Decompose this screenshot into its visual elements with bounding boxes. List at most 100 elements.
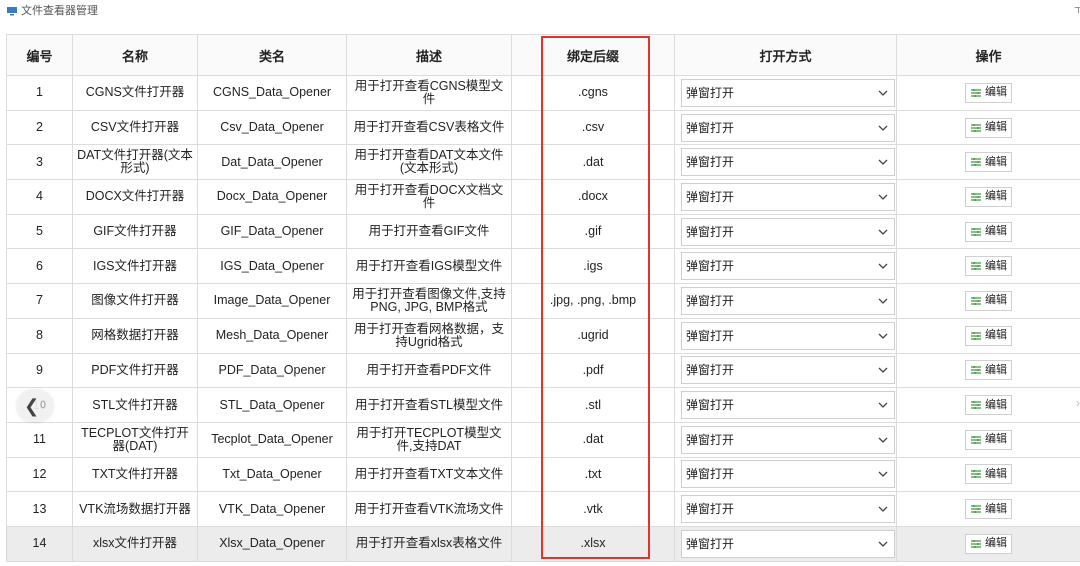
cell-description: 用于打开查看IGS模型文件 [346, 248, 512, 285]
chevron-down-icon [878, 229, 888, 235]
window-title: 文件查看器管理 [21, 5, 98, 17]
table-row[interactable]: 9 PDF文件打开器 PDF_Data_Opener 用于打开查看PDF文件 .pdf 弹… [6, 352, 1080, 389]
table-row[interactable]: 5 GIF文件打开器 GIF_Data_Opener 用于打开查看GIF文件 .gif 弹… [6, 213, 1080, 250]
cell-description: 用于打开查看GIF文件 [346, 213, 512, 250]
open-mode-value: 弹窗打开 [686, 536, 735, 551]
open-mode-select[interactable]: 弹窗打开 [681, 356, 895, 385]
cell-class-name: Txt_Data_Opener [197, 456, 347, 493]
table-row[interactable]: 3 DAT文件打开器(文本形式) Dat_Data_Opener 用于打开查看DAT文… [6, 144, 1080, 181]
edit-button-label: 编辑 [985, 225, 1007, 238]
edit-button[interactable]: 编辑 [965, 395, 1012, 416]
open-mode-select[interactable]: 弹窗打开 [681, 148, 895, 177]
cell-class-name: Mesh_Data_Opener [197, 317, 347, 354]
open-mode-select[interactable]: 弹窗打开 [681, 217, 895, 246]
header-open-mode[interactable]: 打开方式 [674, 34, 897, 76]
cell-name: 图像文件打开器 [72, 283, 198, 319]
cell-actions: 编辑 [896, 109, 1080, 146]
cell-class-name: Csv_Data_Opener [197, 109, 347, 146]
cell-suffix: .dat [511, 421, 675, 458]
open-mode-select[interactable]: 弹窗打开 [681, 391, 895, 420]
edit-button[interactable]: 编辑 [965, 82, 1012, 103]
edit-button-label: 编辑 [985, 155, 1007, 168]
cell-open-mode: 弹窗打开 [674, 317, 897, 354]
edit-button-label: 编辑 [985, 259, 1007, 272]
table-row[interactable]: 6 IGS文件打开器 IGS_Data_Opener 用于打开查看IGS模型文件 .ig… [6, 248, 1080, 285]
image-next-button[interactable]: › [1076, 397, 1080, 409]
cell-actions: 编辑 [896, 387, 1080, 423]
table-row[interactable]: 8 网格数据打开器 Mesh_Data_Opener 用于打开查看网格数据，支持Ugr… [6, 317, 1080, 354]
edit-button[interactable]: 编辑 [965, 464, 1012, 485]
table-row[interactable]: 7 图像文件打开器 Image_Data_Opener 用于打开查看图像文件,支持PN… [6, 283, 1080, 319]
header-actions[interactable]: 操作 [896, 34, 1080, 76]
cell-open-mode: 弹窗打开 [674, 387, 897, 423]
cell-name: 网格数据打开器 [72, 317, 198, 354]
open-mode-select[interactable]: 弹窗打开 [681, 321, 895, 350]
open-mode-select[interactable]: 弹窗打开 [681, 286, 895, 315]
table-row[interactable]: 4 DOCX文件打开器 Docx_Data_Opener 用于打开查看DOCX文档文件… [6, 179, 1080, 215]
open-mode-select[interactable]: 弹窗打开 [681, 182, 895, 211]
cell-description: 用于打开查看xlsx表格文件 [346, 525, 512, 562]
open-mode-select[interactable]: 弹窗打开 [681, 425, 895, 454]
chevron-left-icon: ❮ [24, 396, 40, 416]
edit-button[interactable]: 编辑 [965, 429, 1012, 450]
chevron-down-icon [878, 90, 888, 96]
open-mode-select[interactable]: 弹窗打开 [681, 460, 895, 489]
edit-button[interactable]: 编辑 [965, 221, 1012, 242]
open-mode-select[interactable]: 弹窗打开 [681, 78, 895, 107]
edit-button[interactable]: 编辑 [965, 152, 1012, 173]
header-class-name[interactable]: 类名 [197, 34, 347, 76]
table-body: 1 CGNS文件打开器 CGNS_Data_Opener 用于打开查看CGNS模型文件… [6, 75, 1080, 562]
cell-name: xlsx文件打开器 [72, 525, 198, 562]
cell-suffix: .gif [511, 213, 675, 250]
cell-open-mode: 弹窗打开 [674, 75, 897, 111]
chevron-down-icon [878, 437, 888, 443]
cell-id: 5 [6, 213, 73, 250]
cell-suffix: .dat [511, 144, 675, 181]
header-name[interactable]: 名称 [72, 34, 198, 76]
table-row[interactable]: 2 CSV文件打开器 Csv_Data_Opener 用于打开查看CSV表格文件 .cs… [6, 109, 1080, 146]
edit-button-label: 编辑 [985, 433, 1007, 446]
cell-actions: 编辑 [896, 491, 1080, 527]
header-id[interactable]: 编号 [6, 34, 73, 76]
table-row[interactable]: 10STL文件打开器STL_Data_Opener用于打开查看STL模型文件.s… [6, 387, 1080, 423]
edit-list-icon [971, 158, 981, 167]
cell-name: TECPLOT文件打开器(DAT) [72, 421, 198, 458]
open-mode-value: 弹窗打开 [686, 259, 735, 274]
header-suffix[interactable]: 绑定后缀 [511, 34, 675, 76]
edit-list-icon [971, 88, 981, 97]
chevron-down-icon [878, 125, 888, 131]
open-mode-select[interactable]: 弹窗打开 [681, 495, 895, 524]
table-row[interactable]: 14 xlsx文件打开器 Xlsx_Data_Opener 用于打开查看xlsx表格文… [6, 525, 1080, 562]
edit-button[interactable]: 编辑 [965, 256, 1012, 277]
open-mode-select[interactable]: 弹窗打开 [681, 252, 895, 281]
table-row[interactable]: 12 TXT文件打开器 Txt_Data_Opener 用于打开查看TXT文本文件 .t… [6, 456, 1080, 493]
edit-button[interactable]: 编辑 [965, 325, 1012, 346]
open-mode-select[interactable]: 弹窗打开 [681, 529, 895, 558]
edit-button[interactable]: 编辑 [965, 533, 1012, 554]
open-mode-select[interactable]: 弹窗打开 [681, 113, 895, 142]
edit-button[interactable]: 编辑 [965, 360, 1012, 381]
cell-suffix: .igs [511, 248, 675, 285]
table-row[interactable]: 11 TECPLOT文件打开器(DAT) Tecplot_Data_Opener 用于… [6, 421, 1080, 458]
cell-id: 12 [6, 456, 73, 493]
cell-class-name: STL_Data_Opener [197, 387, 347, 423]
edit-button[interactable]: 编辑 [965, 186, 1012, 207]
cell-open-mode: 弹窗打开 [674, 248, 897, 285]
viewer-window-icon [7, 7, 17, 16]
cell-description: 用于打开查看网格数据，支持Ugrid格式 [346, 317, 512, 354]
edit-list-icon [971, 401, 981, 410]
edit-button[interactable]: 编辑 [965, 290, 1012, 311]
edit-button[interactable]: 编辑 [965, 117, 1012, 138]
cell-open-mode: 弹窗打开 [674, 109, 897, 146]
table-header-row: 编号 名称 类名 描述 绑定后缀 打开方式 操作 [6, 34, 1080, 76]
header-description[interactable]: 描述 [346, 34, 512, 76]
table-row[interactable]: 13 VTK流场数据打开器 VTK_Data_Opener 用于打开查看VTK流场文件… [6, 491, 1080, 527]
cell-open-mode: 弹窗打开 [674, 213, 897, 250]
image-prev-button[interactable]: ❮ 0 [17, 390, 53, 422]
cell-open-mode: 弹窗打开 [674, 491, 897, 527]
table-row[interactable]: 1 CGNS文件打开器 CGNS_Data_Opener 用于打开查看CGNS模型文件… [6, 75, 1080, 111]
edit-button[interactable]: 编辑 [965, 499, 1012, 520]
cell-id: 1 [6, 75, 73, 111]
open-mode-value: 弹窗打开 [686, 328, 735, 343]
chevron-down-icon [878, 402, 888, 408]
